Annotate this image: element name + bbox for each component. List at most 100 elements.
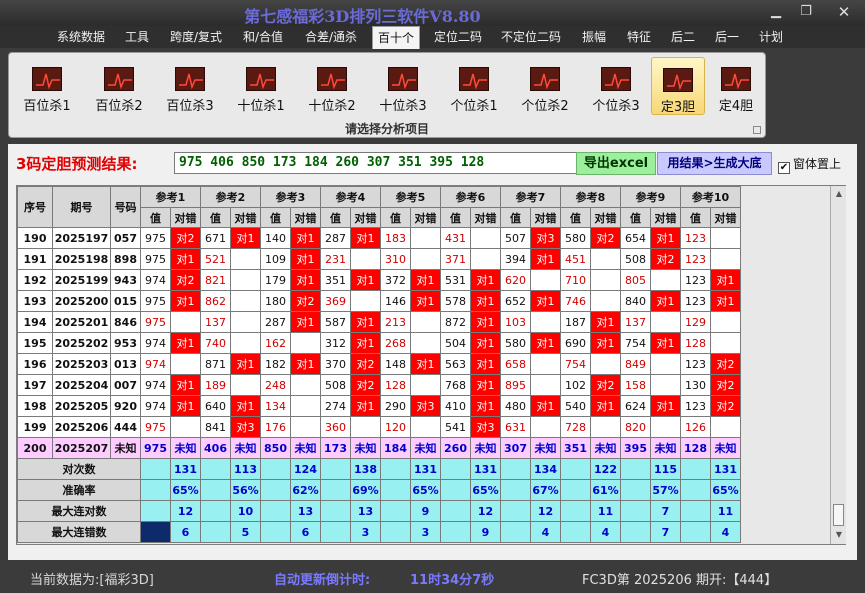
table-row[interactable]: 191 2025198 898 975 对1 521 109 对1 231 310 371 394 对1… bbox=[17, 248, 741, 270]
ref-value-cell[interactable]: 274 bbox=[320, 395, 351, 417]
hit-cell[interactable]: 对1 bbox=[470, 269, 501, 291]
ref-value-cell[interactable]: 268 bbox=[380, 332, 411, 354]
predicted-status-cell[interactable]: 未知 bbox=[590, 437, 621, 459]
stats-value[interactable]: 6 bbox=[170, 521, 201, 543]
miss-cell[interactable] bbox=[410, 332, 441, 354]
hit-cell[interactable]: 对1 bbox=[470, 353, 501, 375]
miss-cell[interactable] bbox=[290, 332, 321, 354]
ribbon-button-1[interactable]: 百位杀1 bbox=[15, 57, 79, 115]
column-header-value[interactable]: 值 bbox=[560, 207, 591, 228]
ribbon-button-5[interactable]: 十位杀2 bbox=[300, 57, 364, 115]
hit-cell[interactable]: 对1 bbox=[410, 269, 441, 291]
ref-value-cell[interactable]: 179 bbox=[260, 269, 291, 291]
ref-value-cell[interactable]: 658 bbox=[500, 353, 531, 375]
column-header-seq[interactable]: 序号 bbox=[17, 186, 53, 228]
ref-value-cell[interactable]: 183 bbox=[380, 227, 411, 249]
ref-value-cell[interactable]: 871 bbox=[200, 353, 231, 375]
hit-cell[interactable]: 对1 bbox=[470, 395, 501, 417]
menu-item-4[interactable]: 和/合值 bbox=[240, 26, 286, 48]
stats-row[interactable]: 最大连错数 6 5 6 3 3 9 4 4 7 4 bbox=[17, 521, 741, 543]
table-row[interactable]: 196 2025203 013 974 871 对1 182 对1 370 对2 148 对1 563 对… bbox=[17, 353, 741, 375]
ref-value-cell[interactable]: 103 bbox=[500, 311, 531, 333]
ribbon-button-6[interactable]: 十位杀3 bbox=[371, 57, 435, 115]
ref-value-cell[interactable]: 740 bbox=[200, 332, 231, 354]
miss-cell[interactable] bbox=[710, 248, 741, 270]
hit-cell[interactable]: 对1 bbox=[410, 353, 441, 375]
column-header-hit[interactable]: 对错 bbox=[170, 207, 201, 228]
predicted-value-cell[interactable]: 128 bbox=[680, 437, 711, 459]
ribbon-button-11[interactable]: 定4胆 bbox=[709, 57, 763, 115]
column-header-hit[interactable]: 对错 bbox=[590, 207, 621, 228]
ref-value-cell[interactable]: 120 bbox=[380, 416, 411, 438]
prediction-row[interactable]: 200 2025207 未知 975 未知 406 未知 850 未知 173 未知 184 未知 260… bbox=[17, 437, 741, 459]
ribbon-button-8[interactable]: 个位杀2 bbox=[513, 57, 577, 115]
stats-value[interactable]: 57% bbox=[650, 479, 681, 501]
ref-value-cell[interactable]: 123 bbox=[680, 227, 711, 249]
miss-cell[interactable] bbox=[290, 374, 321, 396]
stats-value[interactable]: 4 bbox=[590, 521, 621, 543]
hit-cell[interactable]: 对1 bbox=[650, 395, 681, 417]
pin-window-checkbox[interactable]: ✔ 窗体置上 bbox=[778, 155, 841, 174]
predicted-value-cell[interactable]: 850 bbox=[260, 437, 291, 459]
ref-value-cell[interactable]: 129 bbox=[680, 311, 711, 333]
miss-cell[interactable] bbox=[710, 311, 741, 333]
hit-cell[interactable]: 对2 bbox=[710, 374, 741, 396]
hit-cell[interactable]: 对1 bbox=[350, 227, 381, 249]
hit-cell[interactable]: 对2 bbox=[290, 290, 321, 312]
predicted-status-cell[interactable]: 未知 bbox=[650, 437, 681, 459]
miss-cell[interactable] bbox=[350, 416, 381, 438]
stats-value[interactable]: 67% bbox=[530, 479, 561, 501]
menu-item-5[interactable]: 合差/通杀 bbox=[303, 26, 359, 48]
ref-value-cell[interactable]: 126 bbox=[680, 416, 711, 438]
ref-value-cell[interactable]: 508 bbox=[320, 374, 351, 396]
hit-cell[interactable]: 对2 bbox=[350, 374, 381, 396]
stats-value[interactable]: 62% bbox=[290, 479, 321, 501]
hit-cell[interactable]: 对1 bbox=[170, 395, 201, 417]
ref-value-cell[interactable]: 128 bbox=[380, 374, 411, 396]
ref-value-cell[interactable]: 654 bbox=[620, 227, 651, 249]
hit-cell[interactable]: 对3 bbox=[530, 227, 561, 249]
miss-cell[interactable] bbox=[230, 374, 261, 396]
ref-value-cell[interactable]: 974 bbox=[140, 269, 171, 291]
predicted-status-cell[interactable]: 未知 bbox=[230, 437, 261, 459]
hit-cell[interactable]: 对1 bbox=[590, 395, 621, 417]
hit-cell[interactable]: 对2 bbox=[350, 353, 381, 375]
stats-value[interactable]: 12 bbox=[470, 500, 501, 522]
column-header-value[interactable]: 值 bbox=[380, 207, 411, 228]
ref-value-cell[interactable]: 176 bbox=[260, 416, 291, 438]
stats-value[interactable]: 65% bbox=[470, 479, 501, 501]
ref-value-cell[interactable]: 746 bbox=[560, 290, 591, 312]
predicted-value-cell[interactable]: 395 bbox=[620, 437, 651, 459]
ref-value-cell[interactable]: 394 bbox=[500, 248, 531, 270]
stats-value[interactable]: 131 bbox=[170, 458, 201, 480]
ref-value-cell[interactable]: 974 bbox=[140, 374, 171, 396]
ref-value-cell[interactable]: 620 bbox=[500, 269, 531, 291]
miss-cell[interactable] bbox=[650, 269, 681, 291]
hit-cell[interactable]: 对1 bbox=[350, 269, 381, 291]
column-header-value[interactable]: 值 bbox=[440, 207, 471, 228]
check-icon[interactable]: ✔ bbox=[778, 162, 790, 174]
miss-cell[interactable] bbox=[230, 311, 261, 333]
predicted-status-cell[interactable]: 未知 bbox=[470, 437, 501, 459]
ref-value-cell[interactable]: 768 bbox=[440, 374, 471, 396]
miss-cell[interactable] bbox=[590, 353, 621, 375]
hit-cell[interactable]: 对1 bbox=[470, 311, 501, 333]
hit-cell[interactable]: 对2 bbox=[710, 395, 741, 417]
column-header-ref-5[interactable]: 参考5 bbox=[380, 186, 441, 208]
miss-cell[interactable] bbox=[230, 248, 261, 270]
miss-cell[interactable] bbox=[590, 269, 621, 291]
menu-item-8[interactable]: 不定位二码 bbox=[499, 26, 563, 48]
miss-cell[interactable] bbox=[290, 416, 321, 438]
predicted-status-cell[interactable]: 未知 bbox=[290, 437, 321, 459]
predicted-status-cell[interactable]: 未知 bbox=[710, 437, 741, 459]
ref-value-cell[interactable]: 580 bbox=[500, 332, 531, 354]
stats-row[interactable]: 准确率 65% 56% 62% 69% 65% 65% 67% 61% 57% 65% bbox=[17, 479, 741, 501]
stats-value[interactable]: 9 bbox=[470, 521, 501, 543]
stats-value[interactable]: 13 bbox=[290, 500, 321, 522]
ribbon-button-9[interactable]: 个位杀3 bbox=[584, 57, 648, 115]
miss-cell[interactable] bbox=[650, 353, 681, 375]
menu-item-1[interactable]: 系统数据 bbox=[56, 26, 106, 48]
predicted-status-cell[interactable]: 未知 bbox=[530, 437, 561, 459]
column-header-ref-4[interactable]: 参考4 bbox=[320, 186, 381, 208]
hit-cell[interactable]: 对1 bbox=[290, 353, 321, 375]
